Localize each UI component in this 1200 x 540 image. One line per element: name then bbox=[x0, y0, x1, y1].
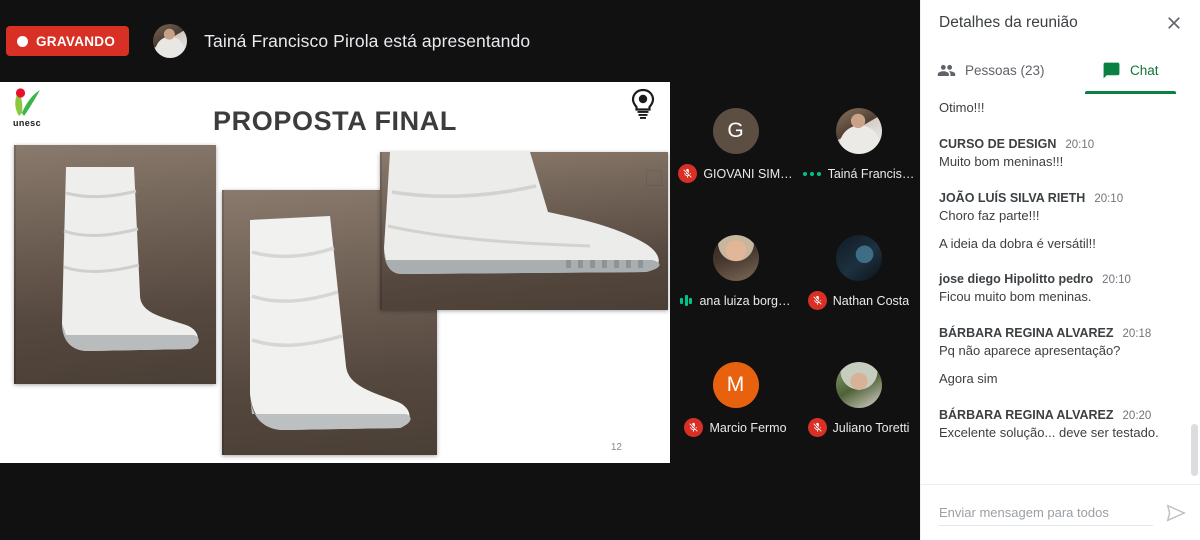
speaking-indicator-icon bbox=[680, 291, 693, 310]
chat-icon bbox=[1103, 62, 1120, 78]
people-icon bbox=[937, 64, 956, 76]
participant-tile[interactable]: ana luiza borg… bbox=[674, 209, 797, 336]
chat-message: Otimo!!! bbox=[939, 99, 1183, 118]
chat-time: 20:10 bbox=[1094, 192, 1124, 205]
boot-illustration bbox=[62, 167, 199, 351]
chat-scrollbar[interactable] bbox=[1191, 424, 1198, 476]
chat-message: BÁRBARA REGINA ALVAREZ 20:18 Pq não apar… bbox=[939, 326, 1183, 389]
slide-photo-boot-sole bbox=[380, 152, 668, 310]
participant-tile[interactable]: M Marcio Fermo bbox=[674, 336, 797, 463]
avatar: G bbox=[712, 108, 759, 154]
chat-time: 20:20 bbox=[1122, 409, 1152, 422]
chat-message-text: Choro faz parte!!! bbox=[939, 207, 1040, 223]
chat-message-text: Excelente solução... deve ser testado. bbox=[939, 424, 1159, 440]
tab-people[interactable]: Pessoas (23) bbox=[921, 46, 1061, 94]
participant-tile[interactable]: Nathan Costa bbox=[797, 209, 920, 336]
participant-name: Marcio Fermo bbox=[709, 420, 787, 435]
avatar bbox=[712, 235, 759, 281]
chat-message-text: Ficou muito bom meninas. bbox=[939, 289, 1092, 305]
participant-tile[interactable]: G GIOVANI SIM… bbox=[674, 82, 797, 209]
panel-header: Detalhes da reunião bbox=[921, 0, 1200, 46]
mic-off-icon bbox=[678, 164, 698, 183]
meet-window: GRAVANDO Tainá Francisco Pirola está apr… bbox=[0, 0, 1200, 540]
participant-name: Tainá Francis… bbox=[827, 166, 915, 181]
chat-message: BÁRBARA REGINA ALVAREZ 20:20 Excelente s… bbox=[939, 408, 1183, 443]
chat-message: CURSO DE DESIGN 20:10 Muito bom meninas!… bbox=[939, 137, 1183, 172]
mic-off-icon bbox=[684, 418, 704, 437]
participant-tile[interactable]: Juliano Toretti bbox=[797, 336, 920, 463]
chat-author: BÁRBARA REGINA ALVAREZ bbox=[939, 326, 1114, 341]
avatar bbox=[835, 362, 882, 408]
panel-title: Detalhes da reunião bbox=[939, 14, 1078, 31]
presenter-status-text: Tainá Francisco Pirola está apresentando bbox=[204, 30, 531, 51]
avatar bbox=[835, 108, 882, 154]
chat-author: CURSO DE DESIGN bbox=[939, 136, 1057, 151]
mic-off-icon bbox=[807, 418, 827, 437]
participant-tile[interactable]: Tainá Francis… bbox=[797, 82, 920, 209]
participant-name: GIOVANI SIM… bbox=[703, 166, 793, 181]
slide-photo-boot-side bbox=[14, 145, 216, 384]
chat-message: jose diego Hipolitto pedro 20:10 Ficou m… bbox=[939, 272, 1183, 307]
top-bar: GRAVANDO Tainá Francisco Pirola está apr… bbox=[0, 0, 920, 82]
participant-name: Juliano Toretti bbox=[832, 420, 910, 435]
slide-page-number: 12 bbox=[610, 442, 622, 453]
panel-tabs: Pessoas (23) Chat bbox=[921, 46, 1200, 94]
expand-icon[interactable] bbox=[646, 170, 662, 186]
chat-message-text: Otimo!!! bbox=[939, 100, 985, 115]
chat-input[interactable] bbox=[939, 499, 1153, 526]
participant-name: ana luiza borg… bbox=[699, 293, 791, 308]
avatar: M bbox=[712, 362, 759, 408]
participant-tile-strip: G GIOVANI SIM… Tainá Francis… ana luiza … bbox=[674, 82, 920, 463]
chat-compose-bar bbox=[921, 484, 1200, 540]
chat-time: 20:18 bbox=[1122, 328, 1152, 341]
recording-dot-icon bbox=[17, 35, 28, 47]
chat-time: 20:10 bbox=[1102, 274, 1131, 287]
tab-chat-label: Chat bbox=[1129, 62, 1159, 78]
chat-time: 20:10 bbox=[1065, 138, 1095, 151]
presenter-avatar bbox=[153, 24, 188, 58]
close-icon[interactable] bbox=[1164, 13, 1184, 33]
mic-off-icon bbox=[807, 291, 827, 310]
chat-message: JOÃO LUÍS SILVA RIETH 20:10 Choro faz pa… bbox=[939, 191, 1183, 254]
chat-author: jose diego Hipolitto pedro bbox=[939, 272, 1094, 287]
chat-message-text: Muito bom meninas!!! bbox=[939, 153, 1064, 169]
tab-people-label: Pessoas (23) bbox=[964, 62, 1045, 78]
chat-message-list[interactable]: Otimo!!! CURSO DE DESIGN 20:10 Muito bom… bbox=[921, 95, 1200, 485]
participant-name: Nathan Costa bbox=[832, 293, 910, 308]
chat-author: BÁRBARA REGINA ALVAREZ bbox=[939, 407, 1114, 422]
avatar bbox=[835, 235, 882, 281]
more-options-icon[interactable] bbox=[802, 164, 821, 183]
chat-message-text: Agora sim bbox=[939, 371, 998, 387]
recording-badge: GRAVANDO bbox=[6, 26, 130, 56]
chat-message-text: A ideia da dobra é versátil!! bbox=[939, 235, 1096, 251]
chat-author: JOÃO LUÍS SILVA RIETH bbox=[939, 190, 1086, 205]
meeting-details-panel: Detalhes da reunião Pessoas (23) Chat Ot… bbox=[920, 0, 1200, 540]
shared-screen[interactable]: unesc PROPOSTA FINAL 12 bbox=[0, 82, 670, 463]
boot-illustration bbox=[384, 152, 660, 274]
recording-label: GRAVANDO bbox=[36, 33, 116, 49]
chat-message-text: Pq não aparece apresentação? bbox=[939, 343, 1121, 359]
tab-chat[interactable]: Chat bbox=[1061, 46, 1200, 94]
slide-title: PROPOSTA FINAL bbox=[213, 106, 457, 136]
meeting-stage: GRAVANDO Tainá Francisco Pirola está apr… bbox=[0, 0, 920, 540]
send-icon[interactable] bbox=[1165, 502, 1187, 524]
